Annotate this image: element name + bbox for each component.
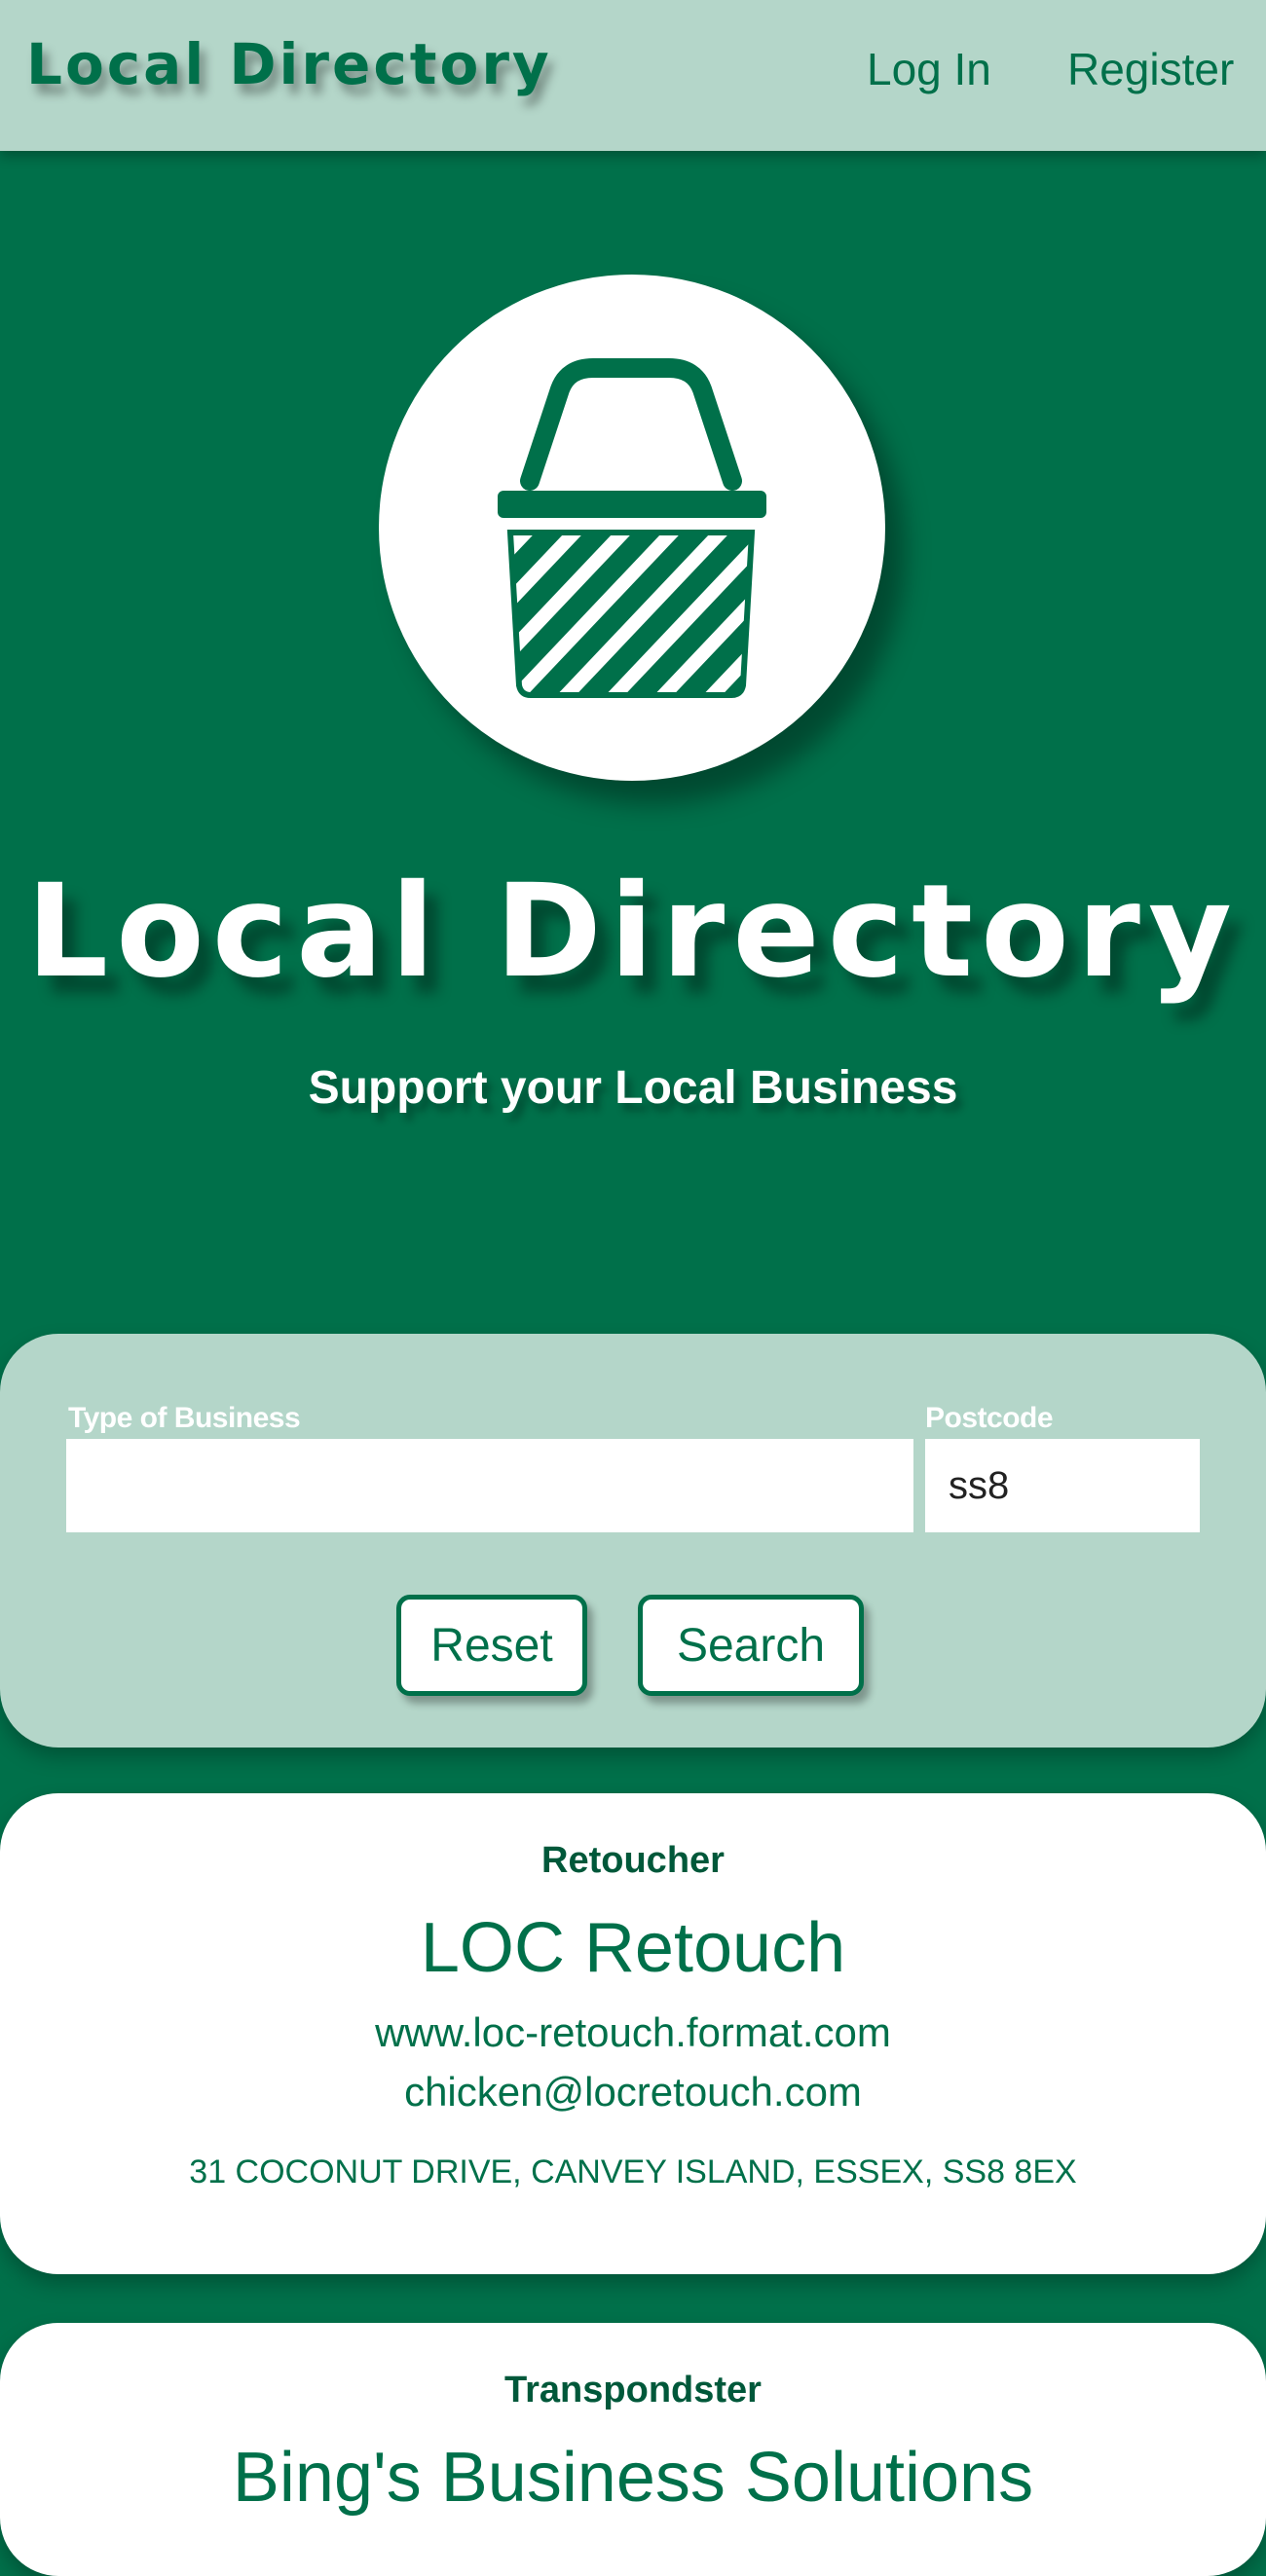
logo-circle (379, 275, 885, 781)
business-card[interactable]: Retoucher LOC Retouch www.loc-retouch.fo… (0, 1793, 1266, 2274)
business-website-link[interactable]: www.loc-retouch.format.com (0, 2009, 1266, 2056)
top-navbar: Local Directory Log In Register (0, 0, 1266, 151)
business-address: 31 COCONUT DRIVE, CANVEY ISLAND, ESSEX, … (189, 2153, 1077, 2190)
business-type-input[interactable] (66, 1439, 913, 1532)
business-name[interactable]: Bing's Business Solutions (0, 2438, 1266, 2518)
brand-logo-text[interactable]: Local Directory (26, 31, 552, 97)
business-name[interactable]: LOC Retouch (0, 1908, 1266, 1988)
reset-button[interactable]: Reset (396, 1595, 587, 1696)
business-category: Retoucher (541, 1840, 725, 1881)
business-type-label: Type of Business (68, 1402, 301, 1434)
postcode-label: Postcode (925, 1402, 1054, 1434)
search-form: Type of Business Postcode Reset Search (0, 1334, 1266, 1748)
business-email-link[interactable]: chicken@locretouch.com (0, 2069, 1266, 2116)
search-button[interactable]: Search (638, 1595, 864, 1696)
postcode-input[interactable] (925, 1439, 1200, 1532)
shopping-basket-icon (498, 358, 766, 698)
hero-subtitle: Support your Local Business (308, 1062, 958, 1114)
login-link[interactable]: Log In (867, 43, 991, 95)
hero-title: Local Directory (26, 857, 1240, 1007)
business-card[interactable]: Transpondster Bing's Business Solutions (0, 2323, 1266, 2576)
business-category: Transpondster (504, 2370, 762, 2410)
register-link[interactable]: Register (1067, 43, 1234, 95)
